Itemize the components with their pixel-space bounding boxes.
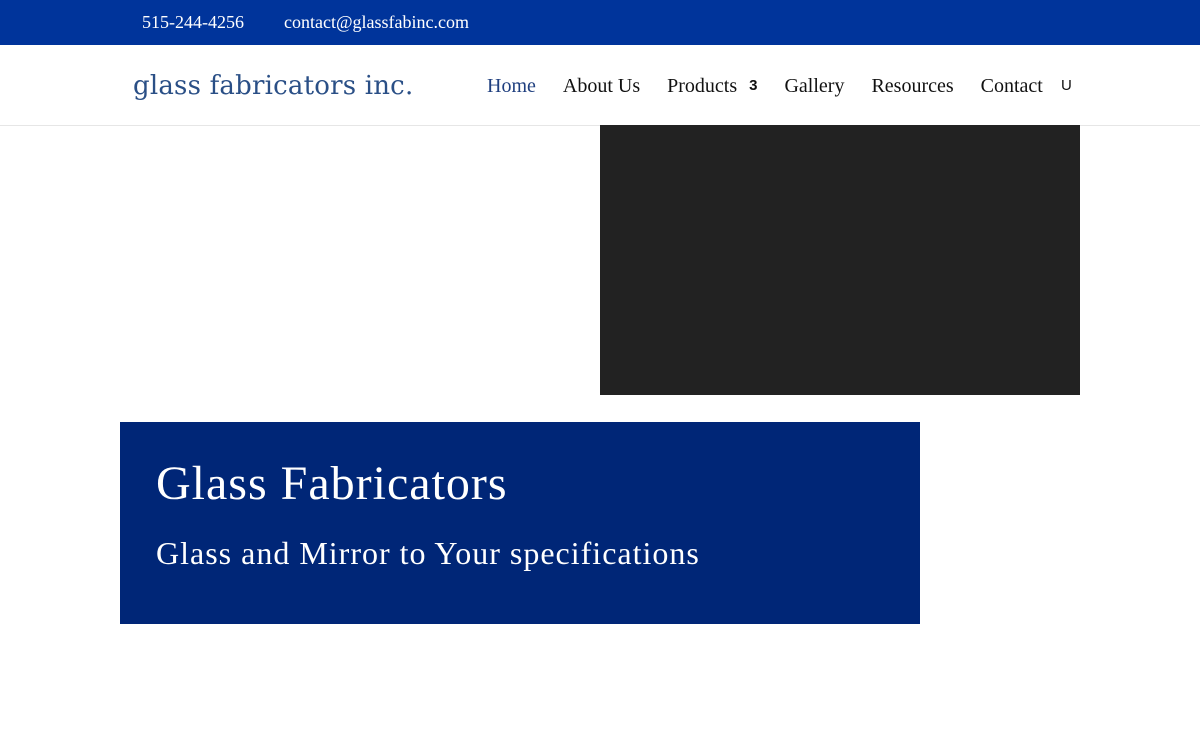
nav-item-home[interactable]: Home: [487, 73, 536, 99]
nav-item-label: Products: [667, 75, 738, 97]
email-link[interactable]: contact@glassfabinc.com: [284, 11, 469, 33]
nav-item-label: Contact: [980, 75, 1043, 97]
hero-title: Glass Fabricators: [156, 457, 508, 510]
video-player[interactable]: [600, 125, 1080, 395]
hero-subtitle: Glass and Mirror to Your specifications: [156, 535, 700, 571]
nav-item-label: Gallery: [784, 75, 845, 97]
submenu-arrow-icon: 3: [749, 77, 758, 94]
main-navigation: Home About Us Products 3 Gallery Resourc…: [487, 73, 1070, 99]
nav-item-products[interactable]: Products 3: [667, 73, 757, 99]
phone-link[interactable]: 515-244-4256: [142, 11, 244, 33]
top-contact-bar: 515-244-4256 contact@glassfabinc.com: [0, 0, 1200, 45]
nav-item-gallery[interactable]: Gallery: [784, 73, 844, 99]
nav-item-label: Resources: [871, 75, 954, 97]
nav-item-label: About Us: [562, 75, 641, 97]
nav-item-label: Home: [487, 75, 536, 97]
site-header: glass fabricators inc. Home About Us Pro…: [0, 45, 1200, 126]
site-logo[interactable]: glass fabricators inc.: [133, 69, 413, 103]
nav-item-resources[interactable]: Resources: [871, 73, 953, 99]
hero-banner: Glass Fabricators Glass and Mirror to Yo…: [120, 422, 920, 624]
nav-item-contact[interactable]: Contact: [981, 73, 1043, 99]
search-icon[interactable]: U: [1061, 77, 1072, 95]
nav-item-about-us[interactable]: About Us: [563, 73, 640, 99]
